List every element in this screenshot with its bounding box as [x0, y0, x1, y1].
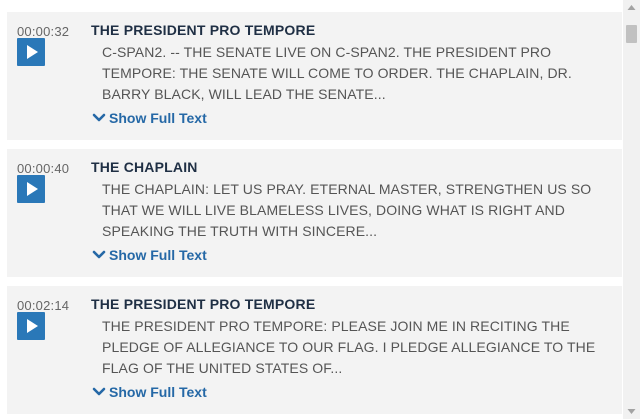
scroll-up-arrow-icon[interactable] — [623, 0, 640, 17]
speaker-name: THE PRESIDENT PRO TEMPORE — [91, 296, 316, 312]
transcript-entry: 00:00:32 THE PRESIDENT PRO TEMPORE C-SPA… — [7, 12, 622, 140]
transcript-entry: 00:00:40 THE CHAPLAIN THE CHAPLAIN: LET … — [7, 149, 622, 277]
play-button[interactable] — [17, 312, 45, 340]
show-full-text-button[interactable]: Show Full Text — [92, 384, 207, 400]
play-icon — [27, 319, 38, 333]
chevron-down-icon — [92, 387, 106, 396]
timestamp: 00:02:14 — [17, 298, 70, 313]
chevron-down-icon — [92, 113, 106, 122]
scrollbar-thumb[interactable] — [626, 25, 637, 43]
speaker-name: THE PRESIDENT PRO TEMPORE — [91, 22, 316, 38]
scroll-down-arrow-icon[interactable] — [623, 402, 640, 419]
show-full-text-label: Show Full Text — [109, 247, 207, 263]
show-full-text-label: Show Full Text — [109, 384, 207, 400]
play-icon — [27, 182, 38, 196]
transcript-excerpt: C-SPAN2. -- THE SENATE LIVE ON C-SPAN2. … — [102, 44, 572, 102]
chevron-down-icon — [92, 250, 106, 259]
show-full-text-button[interactable]: Show Full Text — [92, 110, 207, 126]
show-full-text-label: Show Full Text — [109, 110, 207, 126]
transcript-entry: 00:02:14 THE PRESIDENT PRO TEMPORE THE P… — [7, 286, 622, 414]
vertical-scrollbar[interactable] — [623, 0, 640, 419]
timestamp: 00:00:40 — [17, 161, 70, 176]
play-button[interactable] — [17, 38, 45, 66]
transcript-excerpt: THE PRESIDENT PRO TEMPORE: PLEASE JOIN M… — [102, 318, 596, 376]
show-full-text-button[interactable]: Show Full Text — [92, 247, 207, 263]
play-button[interactable] — [17, 175, 45, 203]
transcript-excerpt: THE CHAPLAIN: LET US PRAY. ETERNAL MASTE… — [102, 181, 592, 239]
speaker-name: THE CHAPLAIN — [91, 159, 198, 175]
timestamp: 00:00:32 — [17, 24, 70, 39]
transcript-viewport: 00:00:32 THE PRESIDENT PRO TEMPORE C-SPA… — [0, 0, 640, 419]
play-icon — [27, 45, 38, 59]
